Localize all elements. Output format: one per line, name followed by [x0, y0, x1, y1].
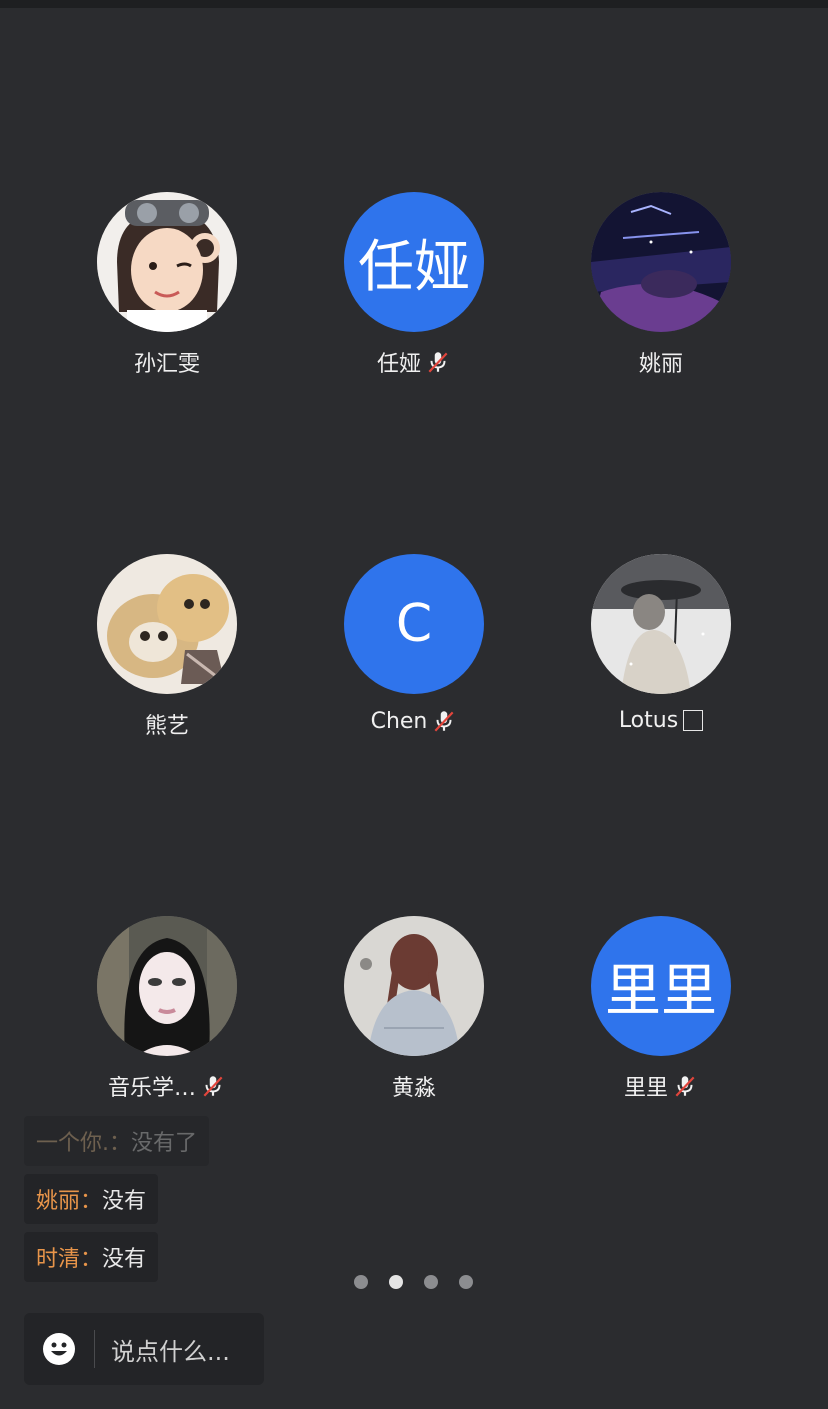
mic-off-icon — [675, 1076, 695, 1097]
page-dot[interactable] — [354, 1275, 368, 1289]
participant-name: 黄淼 — [391, 1076, 436, 1101]
input-divider — [94, 1330, 95, 1368]
participant-name: 音乐学… — [107, 1076, 196, 1101]
participant-name-row: 姚丽 — [561, 346, 761, 378]
participant-avatar — [591, 192, 731, 332]
participant-name-row: 熊艺 — [67, 708, 267, 740]
avatar-initials: C — [395, 594, 433, 654]
participant-avatar: 里里 — [591, 916, 731, 1056]
participant-tile[interactable]: 任娅 任娅 — [314, 192, 514, 378]
participant-avatar — [97, 554, 237, 694]
participant-name: Lotus — [618, 708, 679, 733]
participant-tile[interactable]: 熊艺 — [67, 554, 267, 740]
status-strip — [0, 0, 828, 8]
chat-message: 一个你.：没有了 — [24, 1116, 210, 1166]
page-dot-active[interactable] — [389, 1275, 403, 1289]
participant-avatar: 任娅 — [344, 192, 484, 332]
participant-tile[interactable]: 里里 里里 — [561, 916, 761, 1102]
chat-separator: ： — [80, 1189, 103, 1214]
participant-name-row: 里里 — [561, 1070, 761, 1102]
chat-input-bar[interactable]: 说点什么... — [24, 1313, 264, 1385]
chat-text: 没有了 — [131, 1131, 198, 1156]
participant-name: Chen — [370, 708, 428, 734]
participant-name-row: 音乐学… — [67, 1070, 267, 1102]
avatar-initials: 里里 — [605, 958, 717, 1024]
chat-text: 没有 — [102, 1189, 147, 1214]
mic-off-icon — [203, 1076, 223, 1097]
participant-tile[interactable]: 音乐学… — [67, 916, 267, 1102]
participant-name-row: Lotus — [561, 708, 761, 733]
avatar-initials: 任娅 — [358, 234, 470, 300]
participant-avatar: C — [344, 554, 484, 694]
participant-name: 里里 — [623, 1076, 668, 1101]
participant-name-row: 孙汇雯 — [67, 346, 267, 378]
chat-message: 时清：没有 — [24, 1232, 159, 1282]
participant-name: 任娅 — [376, 352, 421, 377]
participant-avatar — [97, 192, 237, 332]
chat-sender: 一个你. — [36, 1131, 109, 1156]
participant-name-row: 任娅 — [314, 346, 514, 378]
participant-tile[interactable]: 孙汇雯 — [67, 192, 267, 378]
participant-tile[interactable]: Lotus — [561, 554, 761, 733]
participant-tile[interactable]: 姚丽 — [561, 192, 761, 378]
chat-separator: ： — [109, 1131, 132, 1156]
participant-name-row: Chen — [314, 708, 514, 734]
participant-name: 孙汇雯 — [133, 352, 200, 377]
chat-sender: 姚丽 — [36, 1189, 81, 1214]
page-dot[interactable] — [459, 1275, 473, 1289]
participant-name: 熊艺 — [144, 714, 189, 739]
chat-message: 姚丽：没有 — [24, 1174, 159, 1224]
participant-avatar — [344, 916, 484, 1056]
chat-input-placeholder[interactable]: 说点什么... — [111, 1332, 230, 1367]
participant-tile[interactable]: 黄淼 — [314, 916, 514, 1102]
unsupported-glyph-box — [683, 710, 704, 731]
participant-name-row: 黄淼 — [314, 1070, 514, 1102]
mic-off-icon — [428, 352, 448, 373]
mic-off-icon — [434, 711, 454, 732]
page-indicator[interactable] — [354, 1275, 473, 1289]
smiley-icon[interactable] — [42, 1332, 76, 1366]
chat-text: 没有 — [102, 1247, 147, 1272]
participant-tile[interactable]: C Chen — [314, 554, 514, 734]
participant-avatar — [591, 554, 731, 694]
page-dot[interactable] — [424, 1275, 438, 1289]
participant-name: 姚丽 — [638, 352, 683, 377]
chat-sender: 时清 — [36, 1247, 81, 1272]
chat-separator: ： — [80, 1247, 103, 1272]
participant-avatar — [97, 916, 237, 1056]
